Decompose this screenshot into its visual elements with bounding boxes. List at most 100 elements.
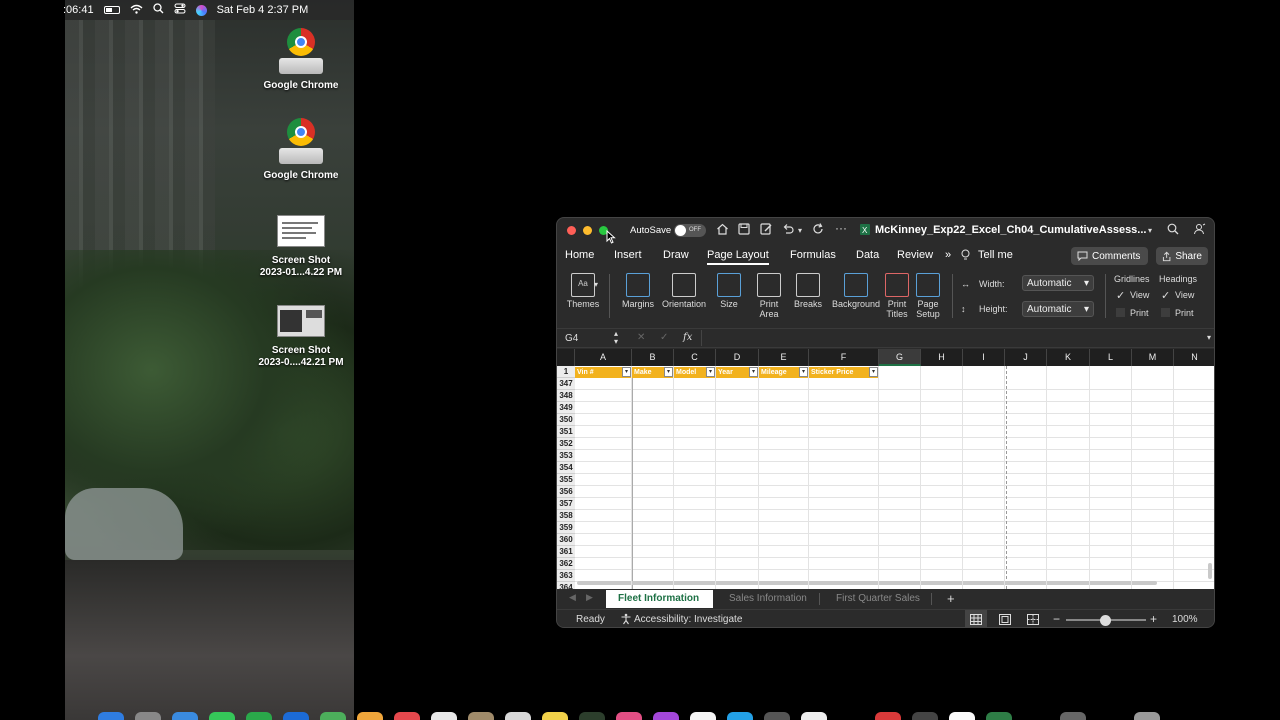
zoom-in-button[interactable]: + (1150, 612, 1157, 626)
desktop-icon-screenshot-2[interactable]: Screen Shot 2023-0....42.21 PM (251, 305, 351, 369)
column-header-g[interactable]: G (879, 349, 921, 366)
row-header[interactable]: 353 (557, 450, 575, 462)
gridlines-view-checkbox[interactable]: ✓ View (1116, 290, 1149, 302)
dock-app-icon[interactable] (468, 712, 494, 720)
dock-app-icon[interactable] (357, 712, 383, 720)
themes-dropdown-icon[interactable]: ▾ (594, 280, 598, 289)
column-header-k[interactable]: K (1047, 349, 1090, 366)
desktop-icon-google-chrome-1[interactable]: Google Chrome (251, 28, 351, 92)
dock-app-icon[interactable] (1097, 712, 1123, 720)
autosave-toggle[interactable]: OFF (674, 224, 706, 237)
row-header[interactable]: 364 (557, 582, 575, 589)
filter-dropdown-icon[interactable]: ▾ (706, 367, 715, 377)
themes-button[interactable]: Aa Themes (560, 273, 606, 309)
row-header[interactable]: 357 (557, 498, 575, 510)
row-header[interactable]: 356 (557, 486, 575, 498)
comments-button[interactable]: Comments (1071, 247, 1148, 265)
breaks-button[interactable]: Breaks (785, 273, 831, 309)
column-header-a[interactable]: A (575, 349, 632, 366)
horizontal-scrollbar[interactable] (577, 581, 1157, 585)
tab-data[interactable]: Data (856, 249, 879, 261)
orientation-button[interactable]: Orientation (661, 273, 707, 309)
dock-app-icon[interactable] (283, 712, 309, 720)
confirm-formula-icon[interactable]: ✓ (660, 332, 668, 343)
save-icon[interactable] (738, 223, 750, 238)
normal-view-button[interactable] (965, 610, 987, 627)
sheet-nav-prev-icon[interactable]: ◀ (569, 592, 576, 603)
row-header[interactable]: 348 (557, 390, 575, 402)
minimize-window-button[interactable] (583, 226, 592, 235)
dock-app-icon[interactable] (838, 712, 864, 720)
page-break-preview-button[interactable] (1027, 614, 1039, 627)
row-header[interactable]: 362 (557, 558, 575, 570)
tab-page-layout[interactable]: Page Layout (707, 249, 769, 265)
search-icon[interactable] (1167, 223, 1179, 238)
column-header-f[interactable]: F (809, 349, 879, 366)
file-name-chevron-icon[interactable]: ▾ (1148, 226, 1152, 235)
worksheet-grid[interactable]: ABCDEFGHIJKLMN 347 348 349 350 351 352 353 354 3… (557, 349, 1214, 589)
accessibility-icon[interactable] (620, 613, 632, 627)
function-icon[interactable]: fx (683, 332, 692, 343)
dock-app-icon[interactable] (801, 712, 827, 720)
siri-icon[interactable] (195, 4, 207, 16)
column-header-h[interactable]: H (921, 349, 963, 366)
page-layout-view-button[interactable] (999, 614, 1011, 627)
dock-app-icon[interactable] (209, 712, 235, 720)
share-button[interactable]: Share (1156, 247, 1208, 265)
more-icon[interactable]: ··· (835, 221, 847, 235)
wifi-icon[interactable] (130, 4, 143, 17)
dock-app-icon[interactable] (986, 712, 1012, 720)
formula-expand-icon[interactable]: ▾ (1207, 333, 1211, 342)
dock-app-icon[interactable] (727, 712, 753, 720)
gridlines-print-checkbox[interactable]: Print (1116, 308, 1149, 318)
dock-app-icon[interactable] (320, 712, 346, 720)
width-select[interactable]: Automatic ▾ (1022, 275, 1094, 291)
column-header-l[interactable]: L (1090, 349, 1132, 366)
row-header[interactable]: 358 (557, 510, 575, 522)
sheet-tab-first-quarter-sales[interactable]: First Quarter Sales (824, 590, 932, 608)
headings-print-checkbox[interactable]: Print (1161, 308, 1194, 318)
search-icon[interactable] (152, 3, 164, 17)
share-people-icon[interactable] (1193, 223, 1206, 238)
row-header[interactable]: 355 (557, 474, 575, 486)
dock-app-icon[interactable] (172, 712, 198, 720)
tab-draw[interactable]: Draw (663, 249, 689, 261)
dock-app-icon[interactable] (653, 712, 679, 720)
dock-app-icon[interactable] (764, 712, 790, 720)
desktop-icon-screenshot-1[interactable]: Screen Shot 2023-01...4.22 PM (251, 215, 351, 279)
filter-dropdown-icon[interactable]: ▾ (622, 367, 631, 377)
dock-app-icon[interactable] (431, 712, 457, 720)
cancel-formula-icon[interactable]: ✕ (637, 332, 645, 343)
name-box-stepper-icon[interactable]: ▴ ▾ (614, 330, 618, 346)
dock-app-icon[interactable] (98, 712, 124, 720)
dock-app-icon[interactable] (246, 712, 272, 720)
column-header-i[interactable]: I (963, 349, 1005, 366)
vertical-scrollbar[interactable] (1208, 563, 1212, 579)
sheet-tab-fleet-information[interactable]: Fleet Information (606, 590, 713, 608)
dock-app-icon[interactable] (1060, 712, 1086, 720)
tab-review[interactable]: Review (897, 249, 933, 261)
undo-icon[interactable] (782, 223, 794, 238)
more-tabs-chevron-icon[interactable]: » (945, 249, 951, 261)
undo-dropdown-chevron-icon[interactable]: ▾ (798, 226, 802, 235)
row-header[interactable]: 361 (557, 546, 575, 558)
zoom-slider-thumb[interactable] (1100, 615, 1111, 626)
dock-app-icon[interactable] (875, 712, 901, 720)
dock-app-icon[interactable] (1023, 712, 1049, 720)
accessibility-status[interactable]: Accessibility: Investigate (634, 614, 742, 625)
formula-input[interactable] (701, 330, 1207, 346)
dock-app-icon[interactable] (579, 712, 605, 720)
row-header[interactable]: 354 (557, 462, 575, 474)
height-select[interactable]: Automatic ▾ (1022, 301, 1094, 317)
row-header[interactable]: 350 (557, 414, 575, 426)
tab-insert[interactable]: Insert (614, 249, 642, 261)
close-window-button[interactable] (567, 226, 576, 235)
home-icon[interactable] (716, 223, 729, 238)
add-sheet-button[interactable]: + (935, 590, 967, 608)
row-header[interactable]: 1 (557, 366, 575, 378)
filter-sort-icon[interactable]: ▾ (664, 367, 673, 377)
row-header[interactable]: 347 (557, 378, 575, 390)
margins-button[interactable]: Margins (615, 273, 661, 309)
tab-home[interactable]: Home (565, 249, 594, 261)
dock-app-icon[interactable] (616, 712, 642, 720)
